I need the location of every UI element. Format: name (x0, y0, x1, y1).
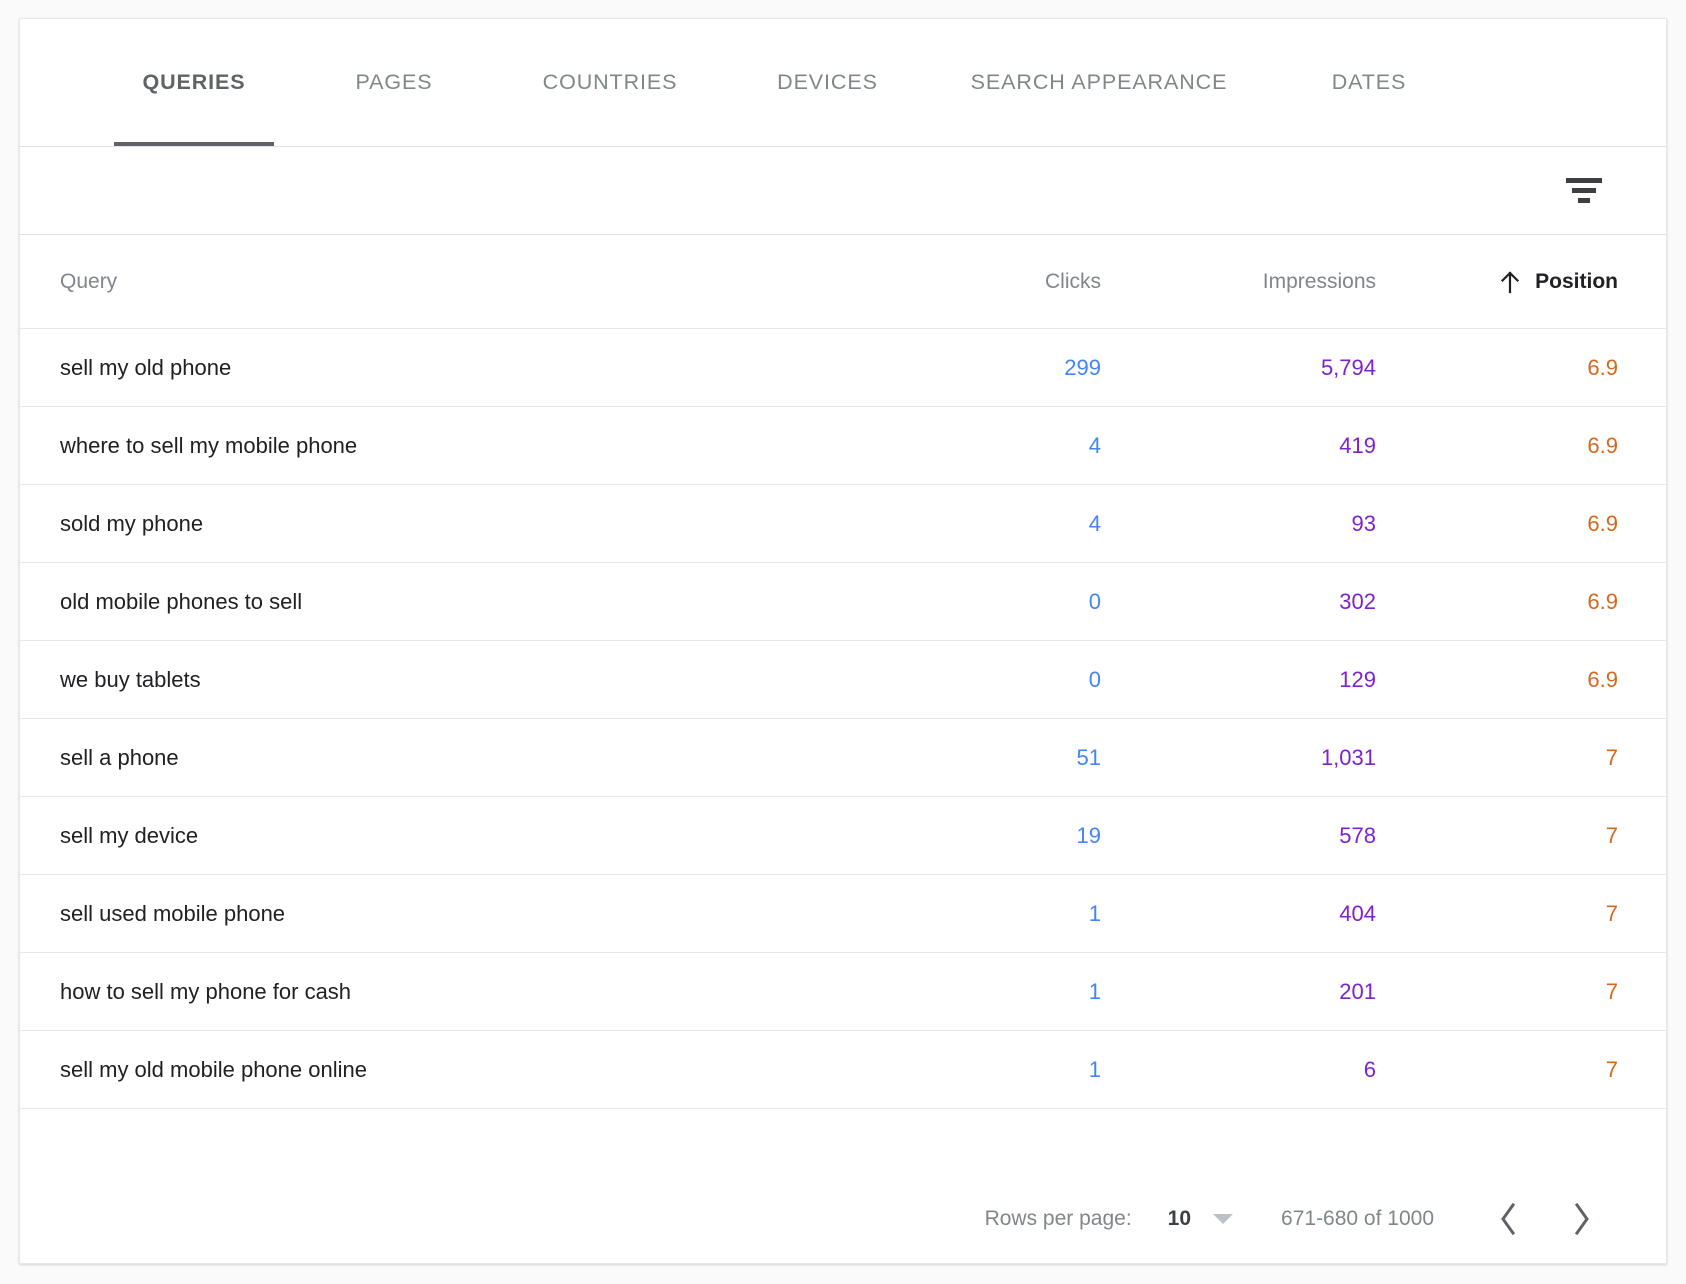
tab-countries-label: COUNTRIES (543, 70, 678, 95)
tab-underline (746, 142, 909, 146)
previous-page-button[interactable] (1482, 1193, 1534, 1245)
report-card: QUERIES PAGES COUNTRIES DEVICES SEARCH A… (19, 18, 1667, 1264)
table-row[interactable]: sell my device 19 578 7 (20, 797, 1666, 875)
table-row[interactable]: sell my old mobile phone online 1 6 7 (20, 1031, 1666, 1109)
cell-position: 7 (1376, 1057, 1666, 1083)
cell-impressions: 302 (1101, 589, 1376, 615)
cell-query: where to sell my mobile phone (20, 433, 856, 459)
cell-impressions: 1,031 (1101, 745, 1376, 771)
cell-query: sell my old phone (20, 355, 856, 381)
cell-position: 7 (1376, 823, 1666, 849)
filter-toolbar (20, 147, 1666, 235)
cell-position: 6.9 (1376, 667, 1666, 693)
tab-devices-label: DEVICES (777, 70, 878, 95)
cell-query: sell my device (20, 823, 856, 849)
tab-underline (514, 142, 706, 146)
table-row[interactable]: sell my old phone 299 5,794 6.9 (20, 329, 1666, 407)
chevron-left-icon (1495, 1199, 1521, 1239)
chevron-right-icon (1569, 1199, 1595, 1239)
performance-table: Query Clicks Impressions Position sell m… (20, 235, 1666, 1175)
arrow-up-icon (1499, 270, 1521, 294)
cell-impressions: 6 (1101, 1057, 1376, 1083)
tab-pages-label: PAGES (356, 70, 433, 95)
cell-position: 6.9 (1376, 589, 1666, 615)
table-row[interactable]: how to sell my phone for cash 1 201 7 (20, 953, 1666, 1031)
cell-impressions: 404 (1101, 901, 1376, 927)
cell-position: 6.9 (1376, 511, 1666, 537)
cell-clicks: 4 (856, 433, 1101, 459)
column-header-position[interactable]: Position (1376, 270, 1666, 294)
cell-position: 7 (1376, 745, 1666, 771)
cell-clicks: 19 (856, 823, 1101, 849)
tab-queries-label: QUERIES (142, 70, 245, 95)
cell-clicks: 1 (856, 901, 1101, 927)
cell-impressions: 578 (1101, 823, 1376, 849)
cell-clicks: 0 (856, 589, 1101, 615)
cell-clicks: 4 (856, 511, 1101, 537)
tab-devices[interactable]: DEVICES (726, 18, 929, 146)
tab-underline (1289, 142, 1449, 146)
table-row[interactable]: sell used mobile phone 1 404 7 (20, 875, 1666, 953)
table-row[interactable]: sold my phone 4 93 6.9 (20, 485, 1666, 563)
column-header-query[interactable]: Query (20, 270, 856, 294)
table-header-row: Query Clicks Impressions Position (20, 235, 1666, 329)
chevron-down-icon (1213, 1214, 1233, 1224)
rows-per-page-label: Rows per page: (985, 1207, 1132, 1231)
column-header-clicks[interactable]: Clicks (856, 270, 1101, 294)
filter-bar-3 (1578, 198, 1590, 203)
cell-clicks: 1 (856, 979, 1101, 1005)
cell-position: 6.9 (1376, 355, 1666, 381)
filter-bar-2 (1572, 188, 1596, 193)
cell-position: 6.9 (1376, 433, 1666, 459)
tab-pages[interactable]: PAGES (294, 18, 494, 146)
table-row[interactable]: where to sell my mobile phone 4 419 6.9 (20, 407, 1666, 485)
cell-query: sell a phone (20, 745, 856, 771)
cell-query: we buy tablets (20, 667, 856, 693)
column-header-position-label: Position (1535, 270, 1618, 294)
tab-dates-label: DATES (1332, 70, 1407, 95)
next-page-button[interactable] (1556, 1193, 1608, 1245)
report-tabs: QUERIES PAGES COUNTRIES DEVICES SEARCH A… (20, 19, 1666, 147)
column-header-impressions[interactable]: Impressions (1101, 270, 1376, 294)
rows-per-page-value: 10 (1168, 1207, 1191, 1231)
tab-underline (314, 142, 474, 146)
cell-impressions: 201 (1101, 979, 1376, 1005)
cell-position: 7 (1376, 979, 1666, 1005)
cell-query: old mobile phones to sell (20, 589, 856, 615)
cell-query: sell used mobile phone (20, 901, 856, 927)
cell-query: how to sell my phone for cash (20, 979, 856, 1005)
search-console-performance-panel: QUERIES PAGES COUNTRIES DEVICES SEARCH A… (0, 0, 1686, 1284)
cell-clicks: 51 (856, 745, 1101, 771)
cell-query: sold my phone (20, 511, 856, 537)
cell-clicks: 0 (856, 667, 1101, 693)
filter-bar-1 (1566, 178, 1602, 183)
cell-impressions: 5,794 (1101, 355, 1376, 381)
cell-clicks: 299 (856, 355, 1101, 381)
tab-search-appearance[interactable]: SEARCH APPEARANCE (929, 18, 1269, 146)
tab-search-appearance-label: SEARCH APPEARANCE (971, 70, 1228, 95)
filter-icon[interactable] (1560, 167, 1608, 215)
cell-impressions: 93 (1101, 511, 1376, 537)
table-row[interactable]: old mobile phones to sell 0 302 6.9 (20, 563, 1666, 641)
cell-clicks: 1 (856, 1057, 1101, 1083)
cell-impressions: 129 (1101, 667, 1376, 693)
tab-countries[interactable]: COUNTRIES (494, 18, 726, 146)
cell-query: sell my old mobile phone online (20, 1057, 856, 1083)
pagination-range-label: 671-680 of 1000 (1281, 1207, 1434, 1231)
table-row[interactable]: we buy tablets 0 129 6.9 (20, 641, 1666, 719)
tab-dates[interactable]: DATES (1269, 18, 1469, 146)
tab-queries[interactable]: QUERIES (94, 18, 294, 146)
rows-per-page-select[interactable]: 10 (1168, 1207, 1233, 1231)
pagination-bar: Rows per page: 10 671-680 of 1000 (20, 1175, 1666, 1263)
tab-underline (949, 142, 1249, 146)
cell-impressions: 419 (1101, 433, 1376, 459)
tab-active-underline (114, 142, 274, 146)
cell-position: 7 (1376, 901, 1666, 927)
table-row[interactable]: sell a phone 51 1,031 7 (20, 719, 1666, 797)
